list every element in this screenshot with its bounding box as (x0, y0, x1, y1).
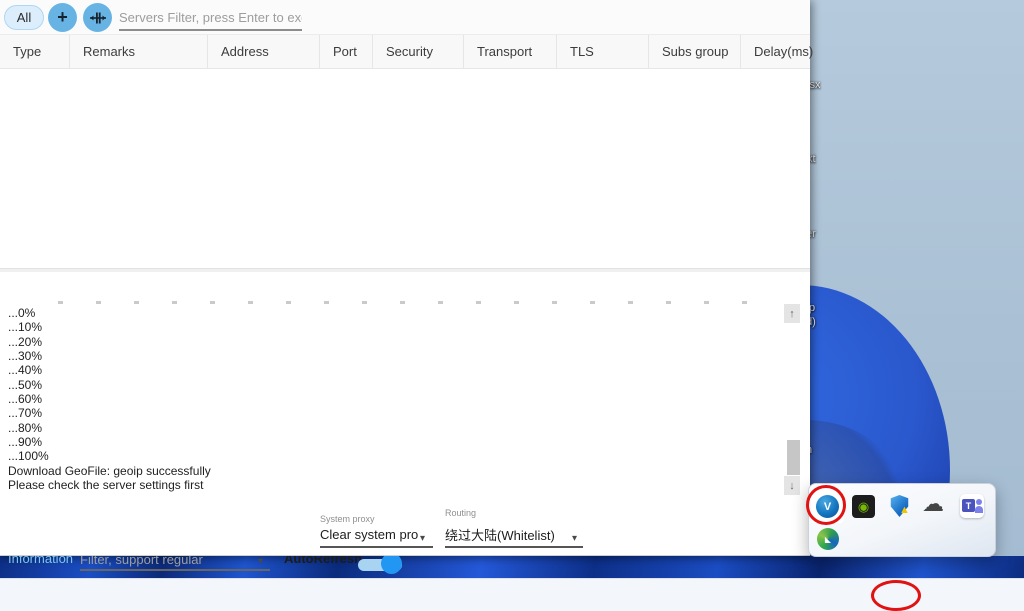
split-view-button[interactable] (83, 3, 112, 32)
system-proxy-dropdown-arrow-icon[interactable]: ▾ (420, 533, 425, 544)
log-line: ...50% (8, 378, 778, 392)
plus-icon: + (57, 7, 68, 28)
screen: lsx xt er p d) n All + TypeRemarksA (0, 0, 1024, 611)
system-proxy-underline (320, 546, 433, 548)
v2rayn-window: All + TypeRemarksAddressPortSecurityTran… (0, 0, 810, 556)
idm-arrow-glyph: ◣ (825, 535, 831, 544)
routing-underline (445, 546, 583, 548)
idm-tray-icon[interactable]: ◣ (817, 528, 839, 550)
table-column-header[interactable]: Remarks (70, 35, 208, 68)
table-column-header[interactable]: Address (208, 35, 320, 68)
server-table-header: TypeRemarksAddressPortSecurityTransportT… (0, 34, 810, 69)
warning-triangle-icon: ▲ (899, 505, 910, 516)
cloud-icon: ☁ (922, 491, 944, 516)
nvidia-settings-icon[interactable]: ◉ (852, 495, 875, 518)
taskbar[interactable]: V فا (0, 578, 1024, 611)
server-toolbar: All + (0, 0, 810, 34)
scroll-down-button[interactable]: ↓ (784, 476, 800, 495)
windows-security-icon[interactable]: ▲ (890, 495, 913, 518)
tray-overflow-popup: V ◉ ▲ ☁ T ◣ (808, 483, 996, 557)
scrollbar-thumb[interactable] (787, 440, 800, 475)
table-column-header[interactable]: Type (0, 35, 70, 68)
log-line: ...20% (8, 335, 778, 349)
v2rayn-glyph: V (824, 501, 831, 513)
teams-t-glyph: T (962, 499, 975, 512)
teams-person-body (975, 506, 983, 513)
log-line: Please check the server settings first (8, 478, 778, 492)
status-bar: Local:[socks:10808] | [http:10809] LAN:N… (0, 496, 810, 556)
servers-filter-input[interactable] (119, 5, 302, 31)
cloud-tray-icon[interactable]: ☁ (922, 493, 944, 516)
log-output: ...0%...10%...20%...30%...40%...50%...60… (8, 306, 778, 496)
routing-label: Routing (445, 508, 476, 518)
info-panel-bar: Information ▾ AutoRefresh (0, 272, 810, 304)
subscription-group-all-button[interactable]: All (4, 5, 44, 30)
server-table-body-empty[interactable] (0, 70, 810, 268)
add-server-button[interactable]: + (48, 3, 77, 32)
log-line: ...100% (8, 449, 778, 463)
log-line: ...0% (8, 306, 778, 320)
log-line: ...40% (8, 363, 778, 377)
log-line: ...80% (8, 421, 778, 435)
log-line: ...60% (8, 392, 778, 406)
teams-person-head (976, 499, 982, 505)
log-line: ...90% (8, 435, 778, 449)
log-line: Download GeoFile: geoip successfully (8, 464, 778, 478)
system-proxy-label: System proxy (320, 514, 375, 524)
log-line: ...10% (8, 320, 778, 334)
log-clipped-line (58, 301, 758, 304)
table-column-header[interactable]: TLS (557, 35, 649, 68)
system-proxy-select[interactable]: Clear system prox (320, 527, 418, 542)
autorefresh-toggle-knob[interactable] (381, 553, 402, 574)
teams-icon[interactable]: T (960, 494, 984, 518)
arrow-down-icon: ↓ (789, 480, 795, 492)
table-column-header[interactable]: Port (320, 35, 373, 68)
arrow-up-icon: ↑ (789, 308, 795, 320)
log-filter-dropdown-arrow-icon[interactable]: ▾ (258, 556, 263, 567)
table-column-header[interactable]: Security (373, 35, 464, 68)
v2rayn-tray-icon[interactable]: V (816, 495, 839, 518)
table-column-header[interactable]: Subs group (649, 35, 741, 68)
log-line: ...70% (8, 406, 778, 420)
routing-dropdown-arrow-icon[interactable]: ▾ (572, 533, 577, 544)
split-horizontal-icon (90, 10, 106, 26)
log-line: ...30% (8, 349, 778, 363)
table-column-header[interactable]: Delay(ms) (741, 35, 810, 68)
scroll-up-button[interactable]: ↑ (784, 304, 800, 323)
nvidia-eye-glyph: ◉ (858, 499, 869, 515)
table-column-header[interactable]: Transport (464, 35, 557, 68)
routing-select[interactable]: 绕过大陆(Whitelist) (445, 525, 565, 544)
